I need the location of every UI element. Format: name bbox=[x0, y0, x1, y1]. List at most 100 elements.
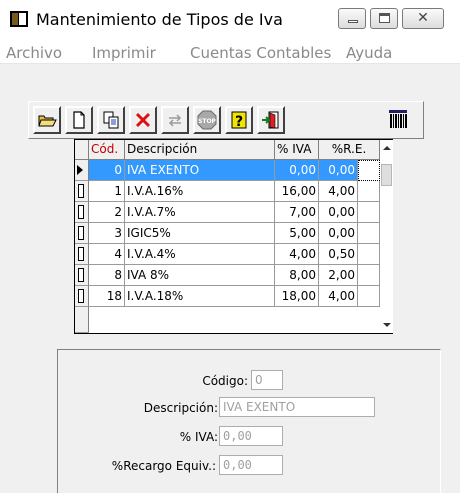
cell-iva[interactable]: 16,00 bbox=[275, 181, 319, 202]
iva-label: % IVA: bbox=[179, 430, 218, 444]
cell-blank[interactable] bbox=[358, 202, 380, 223]
row-indicator bbox=[75, 181, 89, 202]
maximize-icon bbox=[379, 13, 390, 23]
copy-button[interactable] bbox=[97, 106, 125, 134]
cell-description[interactable]: IVA 8% bbox=[125, 265, 275, 286]
toolbar: STOP ? bbox=[28, 101, 424, 139]
cell-re[interactable]: 2,00 bbox=[319, 265, 358, 286]
table-row[interactable]: 1 I.V.A.16% 16,00 4,00 bbox=[75, 181, 380, 202]
cell-code[interactable]: 0 bbox=[89, 160, 125, 181]
cell-blank[interactable] bbox=[358, 265, 380, 286]
cell-re[interactable]: 4,00 bbox=[319, 286, 358, 307]
cell-re[interactable]: 0,00 bbox=[319, 202, 358, 223]
row-indicator bbox=[75, 307, 89, 333]
iva-field[interactable]: 0,00 bbox=[219, 426, 283, 446]
table-row[interactable]: 2 I.V.A.7% 7,00 0,00 bbox=[75, 202, 380, 223]
grid-header-description[interactable]: Descripción bbox=[125, 140, 275, 160]
cell-description[interactable]: I.V.A.16% bbox=[125, 181, 275, 202]
cell-blank[interactable] bbox=[358, 223, 380, 244]
exit-door-icon bbox=[262, 111, 279, 129]
cell-iva[interactable]: 0,00 bbox=[275, 160, 319, 181]
table-row[interactable]: 3 IGIC5% 5,00 0,00 bbox=[75, 223, 380, 244]
grid-header-indicator bbox=[75, 140, 89, 160]
cell-iva[interactable]: 8,00 bbox=[275, 265, 319, 286]
menu-bar: Archivo Imprimir Cuentas Contables Ayuda bbox=[0, 40, 460, 64]
grid-header-code[interactable]: Cód. bbox=[89, 140, 125, 160]
cell-iva[interactable]: 18,00 bbox=[275, 286, 319, 307]
cell-description[interactable]: IVA EXENTO bbox=[125, 160, 275, 181]
cell-description[interactable]: I.V.A.4% bbox=[125, 244, 275, 265]
cell-blank[interactable] bbox=[358, 160, 380, 181]
cell-re[interactable]: 0,50 bbox=[319, 244, 358, 265]
swap-button[interactable] bbox=[161, 106, 189, 134]
stop-icon: STOP bbox=[197, 110, 217, 130]
cell-re[interactable]: 0,00 bbox=[319, 160, 358, 181]
menu-ayuda[interactable]: Ayuda bbox=[346, 44, 392, 62]
iva-types-grid[interactable]: Cód. Descripción % IVA %R.E. 0 IVA EXENT… bbox=[74, 139, 393, 334]
cell-blank[interactable] bbox=[358, 181, 380, 202]
cell-code[interactable]: 18 bbox=[89, 286, 125, 307]
scroll-down-button[interactable] bbox=[380, 317, 393, 333]
scroll-thumb[interactable] bbox=[381, 164, 392, 186]
cell-blank[interactable] bbox=[358, 244, 380, 265]
row-indicator bbox=[75, 223, 89, 244]
table-row[interactable]: 18 I.V.A.18% 18,00 4,00 bbox=[75, 286, 380, 307]
maximize-button[interactable] bbox=[370, 8, 398, 29]
delete-button[interactable] bbox=[129, 106, 157, 134]
cell-blank[interactable] bbox=[358, 286, 380, 307]
minimize-button[interactable] bbox=[338, 8, 366, 29]
close-button[interactable]: ✕ bbox=[402, 8, 444, 29]
cell-description[interactable]: I.V.A.18% bbox=[125, 286, 275, 307]
barcode-button[interactable] bbox=[385, 106, 413, 134]
new-document-icon bbox=[73, 111, 85, 129]
grid-header-iva[interactable]: % IVA bbox=[275, 140, 319, 160]
stop-button[interactable]: STOP bbox=[193, 106, 221, 134]
descripcion-label: Descripción: bbox=[143, 401, 218, 415]
menu-cuentas-contables[interactable]: Cuentas Contables bbox=[190, 44, 331, 62]
svg-text:?: ? bbox=[235, 114, 243, 130]
exit-button[interactable] bbox=[257, 106, 285, 134]
cell-re[interactable]: 0,00 bbox=[319, 223, 358, 244]
open-button[interactable] bbox=[33, 106, 61, 134]
row-indicator bbox=[75, 160, 89, 181]
cell-code[interactable]: 4 bbox=[89, 244, 125, 265]
cell-code[interactable]: 8 bbox=[89, 265, 125, 286]
codigo-field[interactable]: 0 bbox=[251, 370, 283, 390]
recargo-label: %Recargo Equiv.: bbox=[111, 459, 216, 473]
descripcion-field[interactable]: IVA EXENTO bbox=[219, 397, 375, 417]
menu-imprimir[interactable]: Imprimir bbox=[92, 44, 156, 62]
close-icon: ✕ bbox=[417, 10, 429, 26]
copy-icon bbox=[103, 111, 119, 129]
grid-header-re[interactable]: %R.E. bbox=[319, 140, 380, 160]
open-folder-icon bbox=[38, 115, 57, 127]
new-button[interactable] bbox=[65, 106, 93, 134]
codigo-label: Código: bbox=[202, 374, 248, 388]
detail-panel: Código: 0 Descripción: IVA EXENTO % IVA:… bbox=[57, 349, 441, 493]
minimize-icon bbox=[348, 20, 358, 23]
cell-description[interactable]: IGIC5% bbox=[125, 223, 275, 244]
table-row-empty bbox=[75, 307, 380, 333]
swap-arrows-icon bbox=[168, 114, 182, 127]
recargo-field[interactable]: 0,00 bbox=[219, 455, 283, 475]
app-icon bbox=[10, 11, 28, 27]
window-title: Mantenimiento de Tipos de Iva bbox=[36, 10, 283, 29]
cell-code[interactable]: 1 bbox=[89, 181, 125, 202]
scroll-up-button[interactable] bbox=[380, 140, 393, 156]
table-row[interactable]: 8 IVA 8% 8,00 2,00 bbox=[75, 265, 380, 286]
table-row[interactable]: 4 I.V.A.4% 4,00 0,50 bbox=[75, 244, 380, 265]
delete-x-icon bbox=[135, 112, 151, 128]
table-row[interactable]: 0 IVA EXENTO 0,00 0,00 bbox=[75, 160, 380, 181]
help-button[interactable]: ? bbox=[225, 106, 253, 134]
cell-description[interactable]: I.V.A.7% bbox=[125, 202, 275, 223]
menu-archivo[interactable]: Archivo bbox=[6, 44, 62, 62]
grid-vertical-scrollbar[interactable] bbox=[380, 140, 393, 333]
row-indicator bbox=[75, 244, 89, 265]
app-window: Mantenimiento de Tipos de Iva ✕ Archivo … bbox=[0, 0, 460, 493]
cell-code[interactable]: 3 bbox=[89, 223, 125, 244]
cell-iva[interactable]: 5,00 bbox=[275, 223, 319, 244]
cell-code[interactable]: 2 bbox=[89, 202, 125, 223]
cell-re[interactable]: 4,00 bbox=[319, 181, 358, 202]
row-indicator bbox=[75, 286, 89, 307]
cell-iva[interactable]: 7,00 bbox=[275, 202, 319, 223]
cell-iva[interactable]: 4,00 bbox=[275, 244, 319, 265]
